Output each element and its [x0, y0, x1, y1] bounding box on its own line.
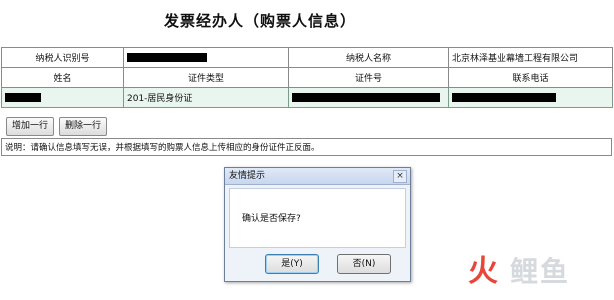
taxpayer-id-field[interactable] [123, 47, 289, 68]
watermark-logo: 火 鲤鱼 [468, 250, 608, 294]
redaction-bar [127, 52, 207, 62]
add-row-button[interactable]: 增加一行 [6, 117, 55, 136]
table-row: 201-居民身份证 [1, 87, 613, 108]
column-header-id-number: 证件号 [288, 67, 449, 88]
column-header-name: 姓名 [1, 67, 124, 88]
name-field[interactable] [1, 87, 124, 108]
instruction-note: 说明：请确认信息填写无误，并根据填写的购票人信息上传相应的身份证件正反面。 [1, 138, 612, 156]
dialog-title: 友情提示 [225, 168, 410, 185]
watermark-text: 鲤鱼 [510, 255, 571, 288]
confirm-dialog: 友情提示 × 确认是否保存? 是(Y) 否(N) [224, 167, 411, 282]
id-type-field[interactable]: 201-居民身份证 [123, 87, 289, 108]
taxpayer-id-label: 纳税人识别号 [1, 47, 124, 68]
redaction-bar [452, 92, 556, 102]
column-header-id-type: 证件类型 [123, 67, 289, 88]
purchaser-info-table: 纳税人识别号 纳税人名称 北京林泽基业幕墙工程有限公司 姓名 证件类型 证件号 … [1, 47, 613, 108]
dialog-message: 确认是否保存? [242, 214, 301, 224]
taxpayer-name-field[interactable]: 北京林泽基业幕墙工程有限公司 [448, 47, 613, 68]
no-button[interactable]: 否(N) [337, 254, 391, 274]
redaction-bar [292, 92, 440, 102]
yes-button[interactable]: 是(Y) [265, 254, 319, 274]
fire-icon: 火 [468, 254, 498, 289]
redaction-bar [5, 92, 41, 102]
column-header-phone: 联系电话 [448, 67, 613, 88]
close-icon[interactable]: × [393, 170, 407, 183]
row-actions: 增加一行 删除一行 [6, 117, 108, 136]
page-title: 发票经办人（购票人信息） [163, 12, 356, 30]
taxpayer-name-label: 纳税人名称 [288, 47, 449, 68]
id-number-field[interactable] [288, 87, 449, 108]
taxpayer-row: 纳税人识别号 纳税人名称 北京林泽基业幕墙工程有限公司 [1, 47, 613, 68]
header-row: 姓名 证件类型 证件号 联系电话 [1, 67, 613, 88]
phone-field[interactable] [448, 87, 613, 108]
dialog-body: 确认是否保存? [229, 188, 406, 248]
delete-row-button[interactable]: 删除一行 [59, 117, 108, 136]
